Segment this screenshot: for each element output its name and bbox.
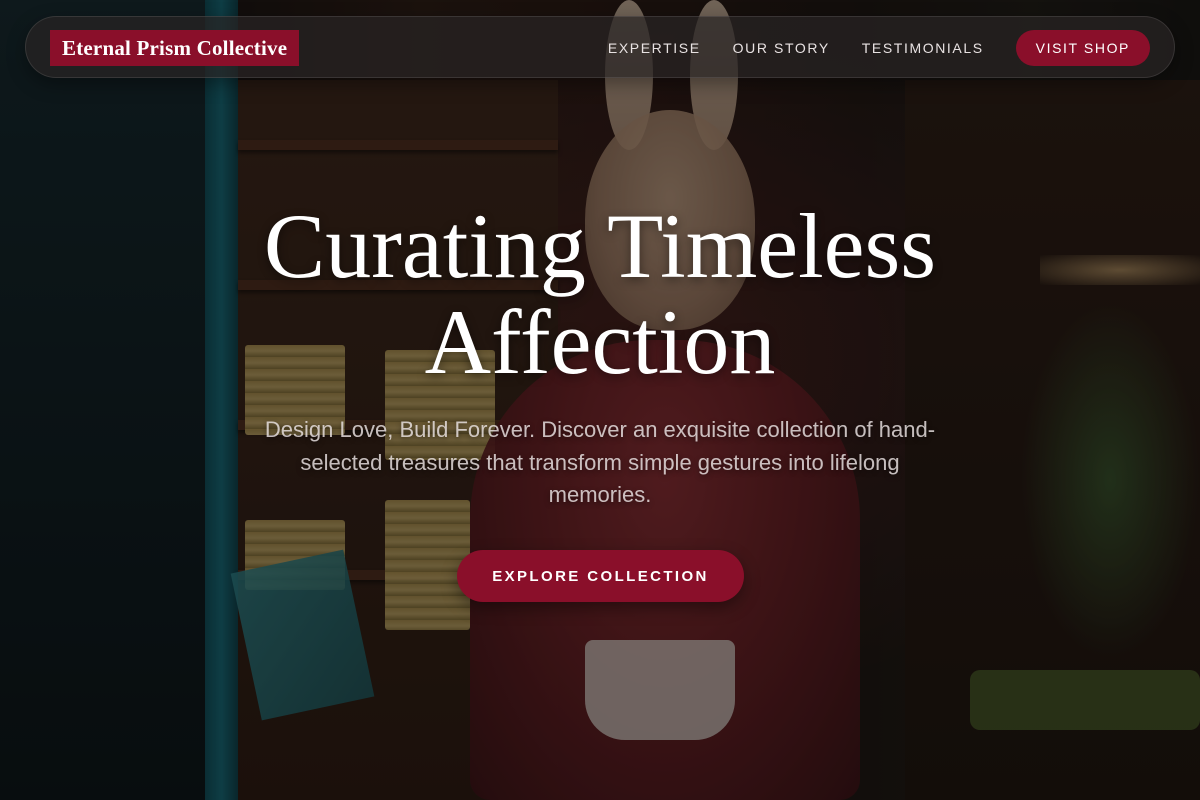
navbar: Eternal Prism Collective EXPERTISE OUR S… [25, 16, 1175, 78]
brand-logo[interactable]: Eternal Prism Collective [50, 30, 300, 66]
explore-collection-button[interactable]: EXPLORE COLLECTION [457, 550, 744, 602]
background-dark-overlay [0, 0, 1200, 800]
nav-link-expertise[interactable]: EXPERTISE [608, 40, 701, 56]
hero-title: Curating Timeless Affection [263, 195, 937, 393]
nav-link-testimonials[interactable]: TESTIMONIALS [862, 40, 984, 56]
nav-links: EXPERTISE OUR STORY TESTIMONIALS VISIT S… [608, 17, 1150, 79]
hero-section: Eternal Prism Collective EXPERTISE OUR S… [0, 0, 1200, 800]
visit-shop-button[interactable]: VISIT SHOP [1015, 30, 1150, 66]
hero-subtitle: Design Love, Build Forever. Discover an … [264, 417, 936, 507]
nav-link-our-story[interactable]: OUR STORY [733, 40, 830, 56]
